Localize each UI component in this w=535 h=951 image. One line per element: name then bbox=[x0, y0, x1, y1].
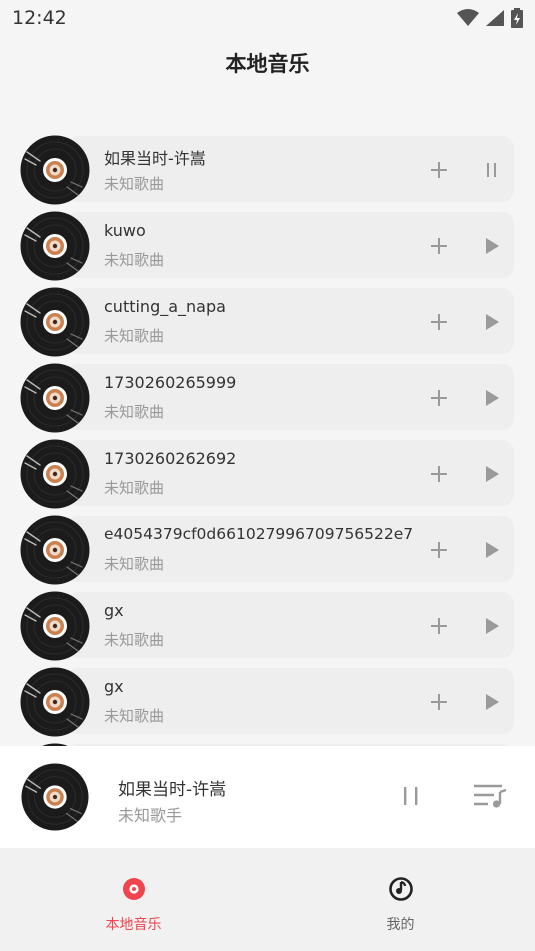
song-row[interactable]: kuwo 未知歌曲 bbox=[20, 211, 514, 281]
song-list[interactable]: 如果当时-许嵩 未知歌曲 kuwo 未知歌曲 cutting_a_napa 未知… bbox=[0, 134, 535, 746]
song-subtitle: 未知歌曲 bbox=[104, 631, 165, 649]
song-subtitle: 未知歌曲 bbox=[104, 479, 165, 497]
play-icon[interactable] bbox=[484, 693, 500, 711]
vinyl-disc-icon bbox=[20, 591, 90, 661]
vinyl-disc-icon bbox=[20, 439, 90, 509]
add-icon[interactable] bbox=[430, 465, 448, 483]
song-subtitle: 未知歌曲 bbox=[104, 175, 165, 193]
song-title: 1730260262692 bbox=[104, 449, 237, 468]
pause-icon[interactable] bbox=[400, 784, 422, 808]
play-icon[interactable] bbox=[484, 313, 500, 331]
play-icon[interactable] bbox=[484, 617, 500, 635]
disc-icon bbox=[123, 878, 145, 900]
song-row[interactable]: 1730260265999 未知歌曲 bbox=[20, 363, 514, 433]
now-playing-bar[interactable]: 如果当时-许嵩 未知歌手 bbox=[0, 746, 535, 848]
tab-label: 本地音乐 bbox=[105, 917, 162, 933]
song-title: gx bbox=[104, 601, 124, 620]
playlist-icon[interactable] bbox=[472, 782, 508, 810]
now-playing-title: 如果当时-许嵩 bbox=[118, 780, 227, 800]
vinyl-disc-icon bbox=[20, 363, 90, 433]
add-icon[interactable] bbox=[430, 389, 448, 407]
pause-icon[interactable] bbox=[484, 161, 500, 179]
add-icon[interactable] bbox=[430, 693, 448, 711]
vinyl-disc-icon bbox=[20, 287, 90, 357]
status-time: 12:42 bbox=[12, 7, 67, 29]
song-row[interactable]: 1730260262692 未知歌曲 bbox=[20, 439, 514, 509]
song-title: gx bbox=[104, 677, 124, 696]
add-icon[interactable] bbox=[430, 161, 448, 179]
tab-local-music[interactable]: 本地音乐 bbox=[0, 848, 267, 951]
add-icon[interactable] bbox=[430, 617, 448, 635]
vinyl-disc-icon bbox=[21, 763, 89, 831]
song-row[interactable]: gx 未知歌曲 bbox=[20, 667, 514, 737]
song-subtitle: 未知歌曲 bbox=[104, 327, 165, 345]
song-row[interactable]: cutting_a_napa 未知歌曲 bbox=[20, 287, 514, 357]
add-icon[interactable] bbox=[430, 313, 448, 331]
vinyl-disc-icon bbox=[20, 135, 90, 205]
song-title: cutting_a_napa bbox=[104, 297, 226, 316]
song-subtitle: 未知歌曲 bbox=[104, 403, 165, 421]
song-title: kuwo bbox=[104, 221, 146, 240]
song-subtitle: 未知歌曲 bbox=[104, 555, 165, 573]
song-row[interactable]: 如果当时-许嵩 未知歌曲 bbox=[20, 135, 514, 205]
status-bar: 12:42 bbox=[0, 0, 535, 36]
song-subtitle: 未知歌曲 bbox=[104, 251, 165, 269]
song-subtitle: 未知歌曲 bbox=[104, 707, 165, 725]
now-playing-artist: 未知歌手 bbox=[118, 806, 183, 825]
song-title: 1730260265999 bbox=[104, 373, 237, 392]
song-row[interactable]: e4054379cf0d661027996709756522e7 未知歌曲 bbox=[20, 515, 514, 585]
wifi-icon bbox=[457, 9, 479, 26]
bottom-navigation: 本地音乐 我的 bbox=[0, 848, 535, 951]
battery-charging-icon bbox=[511, 8, 523, 28]
play-icon[interactable] bbox=[484, 237, 500, 255]
system-icons bbox=[457, 8, 523, 28]
add-icon[interactable] bbox=[430, 541, 448, 559]
vinyl-disc-icon bbox=[20, 667, 90, 737]
tab-label: 我的 bbox=[386, 917, 415, 933]
song-title: 如果当时-许嵩 bbox=[104, 149, 206, 168]
play-icon[interactable] bbox=[484, 541, 500, 559]
page-title: 本地音乐 bbox=[225, 52, 310, 76]
vinyl-disc-icon bbox=[20, 211, 90, 281]
vinyl-disc-icon bbox=[20, 515, 90, 585]
add-icon[interactable] bbox=[430, 237, 448, 255]
tab-mine[interactable]: 我的 bbox=[267, 848, 534, 951]
music-note-icon bbox=[389, 877, 413, 901]
play-icon[interactable] bbox=[484, 465, 500, 483]
song-row[interactable]: gx 未知歌曲 bbox=[20, 591, 514, 661]
song-title: e4054379cf0d661027996709756522e7 bbox=[104, 525, 414, 543]
cellular-signal-icon bbox=[486, 10, 504, 26]
play-icon[interactable] bbox=[484, 389, 500, 407]
